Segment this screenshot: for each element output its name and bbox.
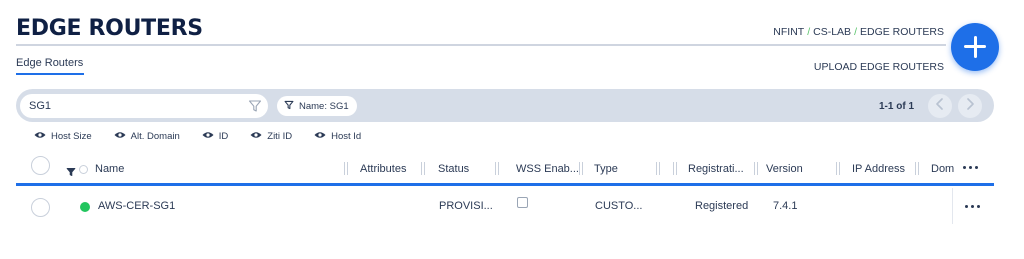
row-actions-cell — [952, 188, 994, 224]
eye-icon — [114, 131, 126, 142]
breadcrumb: NFINT / CS-LAB / EDGE ROUTERS — [773, 26, 944, 38]
toggle-label: ID — [218, 131, 229, 142]
filter-chip-label: Name: SG1 — [299, 100, 349, 112]
cell-name[interactable]: AWS-CER-SG1 — [98, 200, 175, 212]
column-select-indicator — [79, 165, 88, 174]
row-actions-button[interactable] — [965, 205, 980, 208]
column-header-registration[interactable]: Registrati... — [688, 163, 744, 175]
column-header-status[interactable]: Status — [438, 163, 469, 175]
column-resize-handle[interactable] — [344, 162, 348, 175]
eye-icon — [250, 131, 262, 142]
active-tab-indicator — [16, 73, 84, 75]
toggle-id[interactable]: ID — [202, 131, 229, 142]
toggle-host-size[interactable]: Host Size — [34, 131, 92, 142]
toggle-label: Host Id — [331, 131, 362, 142]
cell-version: 7.4.1 — [773, 200, 798, 212]
tab-edge-routers[interactable]: Edge Routers — [16, 57, 83, 69]
toggle-alt-domain[interactable]: Alt. Domain — [114, 131, 180, 142]
column-resize-handle[interactable] — [656, 162, 660, 175]
select-all-checkbox[interactable] — [31, 156, 50, 175]
toggle-host-id[interactable]: Host Id — [314, 131, 361, 142]
table-header: Name Attributes Status WSS Enab... Type … — [16, 152, 994, 184]
cell-status: PROVISI... — [439, 200, 493, 212]
chevron-right-icon — [965, 97, 975, 115]
next-page-button[interactable] — [958, 94, 982, 118]
column-menu-button[interactable] — [963, 166, 978, 169]
title-divider — [16, 44, 946, 46]
filter-icon[interactable] — [66, 164, 76, 182]
column-header-wss-enabled[interactable]: WSS Enab... — [516, 163, 579, 175]
table-header-divider — [16, 183, 994, 186]
column-resize-handle[interactable] — [754, 162, 758, 175]
column-header-version[interactable]: Version — [766, 163, 803, 175]
column-header-ip-address[interactable]: IP Address — [852, 163, 905, 175]
eye-icon — [34, 131, 46, 142]
column-header-attributes[interactable]: Attributes — [360, 163, 406, 175]
column-resize-handle[interactable] — [673, 162, 677, 175]
column-resize-handle[interactable] — [836, 162, 840, 175]
column-resize-handle[interactable] — [495, 162, 499, 175]
breadcrumb-item-cs-lab[interactable]: CS-LAB — [813, 26, 851, 38]
eye-icon — [202, 131, 214, 142]
toggle-label: Alt. Domain — [130, 131, 180, 142]
filter-icon[interactable] — [248, 99, 262, 113]
toggle-label: Host Size — [51, 131, 92, 142]
row-select-checkbox[interactable] — [31, 198, 50, 217]
column-resize-handle[interactable] — [579, 162, 583, 175]
breadcrumb-item-nfint[interactable]: NFINT — [773, 26, 804, 38]
toggle-label: Ziti ID — [267, 131, 293, 142]
eye-icon — [314, 131, 326, 142]
search-box — [20, 94, 268, 118]
table-row[interactable]: AWS-CER-SG1 PROVISI... CUSTO... Register… — [16, 188, 994, 224]
cell-type: CUSTO... — [595, 200, 643, 212]
previous-page-button[interactable] — [928, 94, 952, 118]
column-resize-handle[interactable] — [915, 162, 919, 175]
column-header-domain[interactable]: Dom — [931, 163, 954, 175]
filter-icon — [284, 100, 294, 113]
column-header-name[interactable]: Name — [95, 163, 124, 175]
page-title: EDGE ROUTERS — [16, 16, 203, 41]
column-header-type[interactable]: Type — [594, 163, 618, 175]
toggle-ziti-id[interactable]: Ziti ID — [250, 131, 292, 142]
column-visibility-toggles: Host Size Alt. Domain ID Ziti ID Host Id — [34, 131, 361, 142]
breadcrumb-separator: / — [854, 26, 857, 38]
active-filter-chip[interactable]: Name: SG1 — [277, 96, 357, 116]
upload-edge-routers-link[interactable]: UPLOAD EDGE ROUTERS — [814, 61, 944, 73]
column-resize-handle[interactable] — [421, 162, 425, 175]
add-edge-router-button[interactable] — [951, 23, 999, 71]
wss-enabled-checkbox[interactable] — [517, 197, 528, 208]
breadcrumb-item-current: EDGE ROUTERS — [859, 26, 944, 38]
search-input[interactable] — [29, 98, 239, 114]
chevron-left-icon — [935, 97, 945, 115]
pagination-summary: 1-1 of 1 — [879, 101, 915, 112]
cell-registration: Registered — [695, 200, 749, 212]
status-indicator — [80, 202, 90, 212]
breadcrumb-separator: / — [807, 26, 811, 38]
